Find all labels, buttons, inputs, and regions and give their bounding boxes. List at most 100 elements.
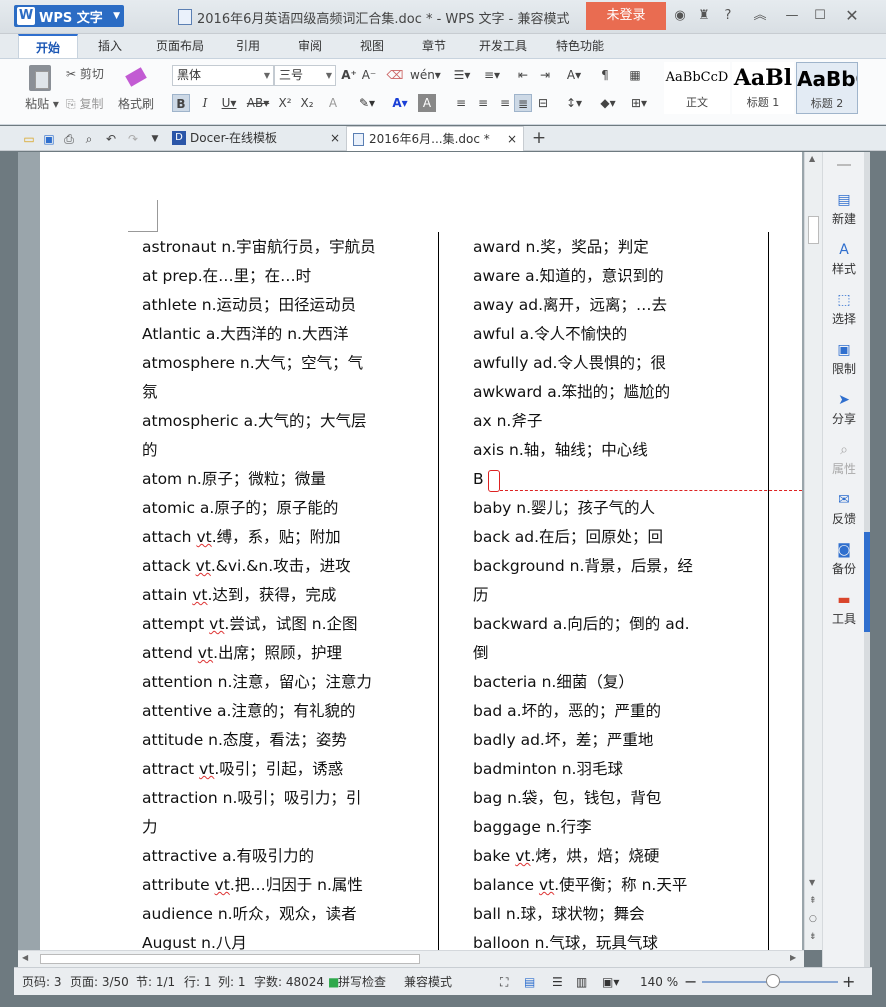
web-view-icon[interactable]: ▥	[576, 968, 587, 996]
panel-tools[interactable]: ▬ 工具	[823, 592, 865, 627]
phonetic-guide-icon[interactable]: wén▾	[410, 66, 441, 84]
style-heading-1[interactable]: AaBl 标题 1	[732, 62, 794, 114]
table-icon[interactable]: ▦	[626, 66, 644, 84]
scroll-left-icon[interactable]: ◀	[22, 953, 28, 962]
style-normal[interactable]: AaBbCcD 正文	[664, 62, 730, 114]
scroll-down-icon[interactable]: ▼	[809, 878, 815, 887]
panel-share[interactable]: ➤ 分享	[823, 392, 865, 427]
tab-home[interactable]: 开始	[18, 34, 78, 58]
close-icon[interactable]: ×	[507, 127, 517, 152]
shrink-font-icon[interactable]: A⁻	[360, 66, 378, 84]
bold-icon[interactable]: B	[172, 94, 190, 112]
panel-select[interactable]: ⬚ 选择	[823, 292, 865, 327]
tab-page-layout[interactable]: 页面布局	[148, 34, 212, 58]
italic-icon[interactable]: I	[196, 94, 214, 112]
scroll-thumb[interactable]	[808, 216, 819, 244]
next-page-icon[interactable]: ⇟	[809, 932, 817, 942]
justify-icon[interactable]: ≣	[514, 94, 532, 112]
doc-tab-docer[interactable]: D Docer-在线模板 ×	[168, 126, 346, 151]
subscript-icon[interactable]: X₂	[298, 94, 316, 112]
align-left-icon[interactable]: ≡	[452, 94, 470, 112]
bullet-list-icon[interactable]: ☰▾	[450, 66, 474, 84]
login-button[interactable]: 未登录	[586, 2, 666, 30]
panel-feedback[interactable]: ✉ 反馈	[823, 492, 865, 527]
shading-icon[interactable]: ◆▾	[594, 94, 622, 112]
maximize-icon[interactable]: ☐	[810, 6, 830, 26]
new-tab-icon[interactable]: +	[530, 129, 548, 147]
borders-icon[interactable]: ⊞▾	[626, 94, 652, 112]
text-direction-icon[interactable]: A▾	[562, 66, 586, 84]
collapse-ribbon-icon[interactable]: ︽	[750, 6, 770, 26]
distributed-icon[interactable]: ⊟	[534, 94, 552, 112]
clear-format-icon[interactable]: ⌫	[386, 66, 404, 84]
scroll-right-icon[interactable]: ▶	[790, 953, 796, 962]
skin-icon[interactable]: ◉	[670, 6, 690, 26]
document-page[interactable]: astronaut n.宇宙航行员，宇航员 at prep.在…里；在…时 athl…	[40, 152, 802, 950]
superscript-icon[interactable]: X²	[276, 94, 294, 112]
show-marks-icon[interactable]: ¶	[596, 66, 614, 84]
panel-new[interactable]: ▤ 新建	[823, 192, 865, 227]
tab-view[interactable]: 视图	[348, 34, 396, 58]
save-icon[interactable]: ▣	[40, 130, 58, 148]
redo-icon[interactable]: ↷	[124, 130, 142, 148]
panel-properties[interactable]: ⌕ 属性	[823, 442, 865, 477]
decrease-indent-icon[interactable]: ⇤	[514, 66, 532, 84]
scroll-thumb[interactable]	[40, 954, 420, 964]
line-spacing-icon[interactable]: ↕▾	[562, 94, 586, 112]
quick-access-menu-icon[interactable]: ▼	[146, 130, 164, 148]
close-icon[interactable]: ×	[330, 126, 340, 151]
page-view-icon[interactable]: ▤	[524, 968, 535, 996]
panel-styles[interactable]: A 样式	[823, 242, 865, 277]
print-icon[interactable]: ⎙	[60, 130, 78, 148]
reading-view-icon[interactable]: ▣▾	[602, 968, 619, 996]
paste-button[interactable]: 粘贴 ▾	[22, 95, 62, 112]
font-name-select[interactable]: 黑体 ▼	[172, 65, 274, 86]
highlight-icon[interactable]: ✎▾	[352, 94, 382, 112]
open-icon[interactable]: ▭	[20, 130, 38, 148]
increase-indent-icon[interactable]: ⇥	[536, 66, 554, 84]
cut-button[interactable]: ✂ 剪切	[66, 65, 114, 82]
status-pages[interactable]: 页面: 3/50	[70, 968, 129, 996]
font-size-select[interactable]: 三号 ▼	[274, 65, 336, 86]
tab-chapter[interactable]: 章节	[410, 34, 458, 58]
grow-font-icon[interactable]: A⁺	[340, 66, 358, 84]
text-effect-icon[interactable]: A	[324, 94, 342, 112]
minimize-icon[interactable]: —	[782, 6, 802, 26]
panel-toggle[interactable]	[864, 532, 870, 632]
align-right-icon[interactable]: ≡	[496, 94, 514, 112]
browse-object-icon[interactable]: ○	[809, 914, 817, 924]
panel-restrict[interactable]: ▣ 限制	[823, 342, 865, 377]
tab-insert[interactable]: 插入	[86, 34, 134, 58]
underline-icon[interactable]: U▾	[216, 94, 242, 112]
copy-button[interactable]: ⎘ 复制	[66, 95, 114, 112]
tab-special-features[interactable]: 特色功能	[548, 34, 612, 58]
zoom-out-icon[interactable]: −	[684, 968, 697, 996]
align-center-icon[interactable]: ≡	[474, 94, 492, 112]
app-menu-button[interactable]: W WPS 文字 ▼	[14, 5, 124, 27]
font-color-icon[interactable]: A▾	[386, 94, 414, 112]
shirt-icon[interactable]: ♜	[694, 6, 714, 26]
help-icon[interactable]: ?	[718, 6, 738, 26]
style-heading-2[interactable]: AaBbC 标题 2	[796, 62, 858, 114]
doc-tab-current[interactable]: 2016年6月...集.doc * ×	[346, 126, 524, 151]
vertical-scrollbar[interactable]: ▲ ▼ ⇞ ○ ⇟	[804, 152, 822, 950]
close-icon[interactable]: ✕	[842, 6, 862, 26]
tab-developer[interactable]: 开发工具	[470, 34, 536, 58]
zoom-value[interactable]: 140 %	[640, 968, 678, 996]
status-word-count[interactable]: 字数: 48024	[254, 968, 324, 996]
print-preview-icon[interactable]: ⌕	[80, 130, 98, 148]
undo-icon[interactable]: ↶	[102, 130, 120, 148]
zoom-slider-handle[interactable]	[766, 974, 780, 988]
strikethrough-icon[interactable]: AB▾	[244, 94, 272, 112]
tab-review[interactable]: 审阅	[286, 34, 334, 58]
scroll-up-icon[interactable]: ▲	[809, 154, 815, 163]
format-painter-icon[interactable]	[118, 65, 154, 91]
full-screen-icon[interactable]: ⛶	[500, 968, 508, 996]
zoom-in-icon[interactable]: +	[842, 968, 855, 996]
char-shading-icon[interactable]: A	[418, 94, 436, 112]
outline-view-icon[interactable]: ☰	[552, 968, 563, 996]
format-painter-button[interactable]: 格式刷	[114, 95, 158, 112]
numbered-list-icon[interactable]: ≡▾	[480, 66, 504, 84]
paste-icon[interactable]	[24, 65, 56, 91]
tab-references[interactable]: 引用	[224, 34, 272, 58]
